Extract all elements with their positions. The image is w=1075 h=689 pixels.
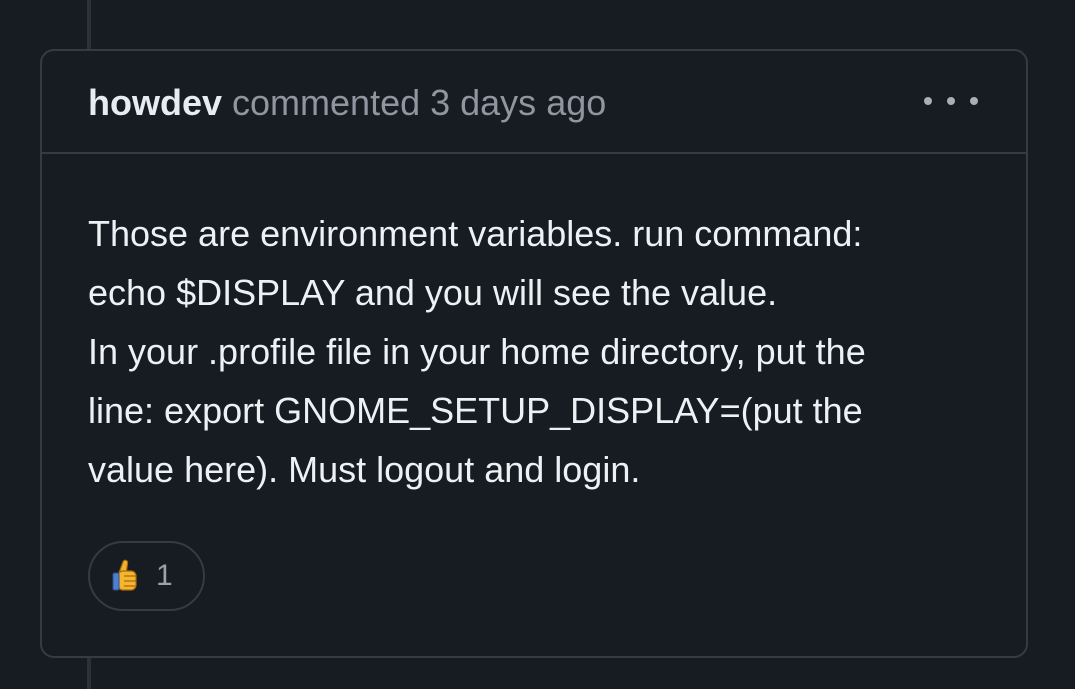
- comment-body-line: line: export GNOME_SETUP_DISPLAY=(put th…: [88, 390, 863, 431]
- thumbs-up-icon: [112, 559, 137, 591]
- comment-body: Those are environment variables. run com…: [88, 204, 988, 499]
- comment-author[interactable]: howdev: [88, 82, 222, 123]
- comment-header-text: howdev commented 3 days ago: [88, 81, 606, 125]
- more-options-button[interactable]: [924, 85, 978, 117]
- reaction-count: 1: [156, 559, 173, 592]
- comment-body-line: In your .profile file in your home direc…: [88, 331, 866, 372]
- comment-meta[interactable]: commented 3 days ago: [232, 82, 606, 123]
- ellipsis-dot-icon: [947, 97, 955, 105]
- comment-body-line: Those are environment variables. run com…: [88, 213, 863, 254]
- comment-body-line: value here). Must logout and login.: [88, 449, 641, 490]
- ellipsis-dot-icon: [924, 97, 932, 105]
- comment-card: howdev commented 3 days ago Those are en…: [40, 49, 1028, 658]
- thumbs-up-reaction-button[interactable]: 1: [88, 541, 205, 611]
- comment-body-line: echo $DISPLAY and you will see the value…: [88, 272, 778, 313]
- comment-header: howdev commented 3 days ago: [42, 51, 1026, 154]
- ellipsis-dot-icon: [970, 97, 978, 105]
